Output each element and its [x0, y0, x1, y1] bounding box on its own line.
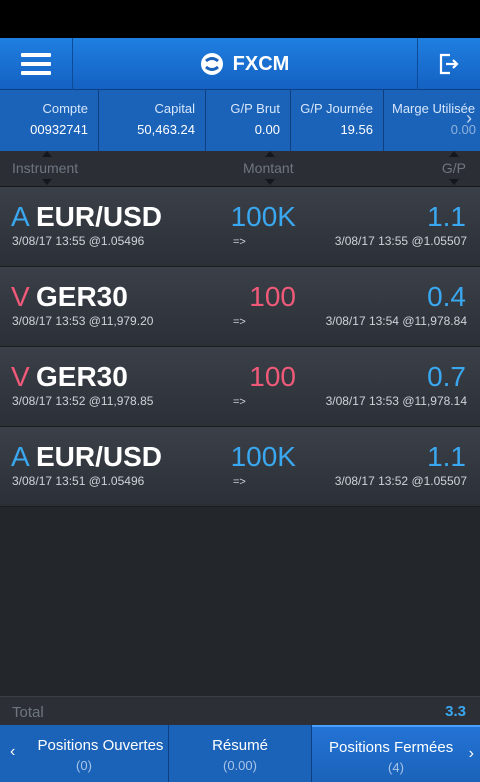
logout-icon [439, 53, 459, 75]
position-pl: 0.4 [427, 281, 466, 312]
top-bar: FXCM [0, 38, 480, 90]
col-pl[interactable]: G/P [442, 160, 466, 176]
total-label: Total [12, 704, 44, 721]
instrument-symbol: GER30 [36, 361, 128, 392]
open-info: 3/08/17 13:55 @1.05496 [12, 234, 145, 248]
chevron-right-icon[interactable]: › [466, 108, 472, 129]
table-row[interactable]: A EUR/USD 100K 1.1 3/08/17 13:55 @1.0549… [0, 187, 480, 267]
side-indicator: A [11, 441, 30, 472]
sort-up-icon [449, 151, 459, 157]
sort-up-icon [42, 151, 52, 157]
open-info: 3/08/17 13:52 @11,978.85 [12, 394, 154, 408]
summary-capital: Capital 50,463.24 [99, 90, 206, 151]
arrow-text: => [233, 316, 246, 328]
tab-closed-positions[interactable]: Positions Fermées (4) › [312, 725, 480, 782]
position-amount: 100 [249, 361, 296, 392]
close-info: 3/08/17 13:54 @11,978.84 [325, 314, 467, 328]
close-info: 3/08/17 13:53 @11,978.14 [325, 394, 467, 408]
logout-button[interactable] [417, 38, 480, 90]
summary-used-margin[interactable]: Marge Utilisée 0.00 › [384, 90, 480, 151]
side-indicator: V [11, 281, 30, 312]
sort-down-icon [42, 179, 52, 185]
column-header: Instrument Montant G/P [0, 151, 480, 187]
col-instrument[interactable]: Instrument [12, 160, 78, 176]
fxcm-logo-icon [200, 53, 223, 75]
position-amount: 100K [230, 201, 296, 232]
position-pl: 1.1 [427, 441, 466, 472]
bottom-tabs: ‹ Positions Ouvertes (0) Résumé (0.00) P… [0, 725, 480, 782]
account-summary: Compte 00932741 Capital 50,463.24 G/P Br… [0, 90, 480, 151]
hamburger-icon [21, 53, 51, 75]
side-indicator: V [11, 361, 30, 392]
instrument-symbol: EUR/USD [36, 441, 163, 472]
arrow-text: => [233, 236, 246, 248]
position-amount: 100K [230, 441, 296, 472]
position-pl: 0.7 [427, 361, 466, 392]
position-pl: 1.1 [427, 201, 466, 232]
summary-gross-pl: G/P Brut 0.00 [206, 90, 291, 151]
total-value: 3.3 [445, 703, 466, 720]
menu-button[interactable] [0, 38, 73, 90]
instrument-symbol: EUR/USD [36, 201, 163, 232]
tab-summary[interactable]: Résumé (0.00) [169, 725, 312, 782]
status-bar [0, 0, 480, 38]
instrument-symbol: GER30 [36, 281, 128, 312]
list-empty-area [0, 507, 480, 696]
position-amount: 100 [249, 281, 296, 312]
summary-daily-pl: G/P Journée 19.56 [291, 90, 384, 151]
total-bar: Total 3.3 [0, 696, 480, 725]
close-info: 3/08/17 13:52 @1.05507 [334, 474, 467, 488]
closed-positions-list: A EUR/USD 100K 1.1 3/08/17 13:55 @1.0549… [0, 187, 480, 507]
side-indicator: A [11, 201, 30, 232]
sort-down-icon [265, 179, 275, 185]
chevron-right-icon[interactable]: › [469, 745, 474, 763]
col-amount[interactable]: Montant [243, 160, 294, 176]
table-row[interactable]: V GER30 100 0.7 3/08/17 13:52 @11,978.85… [0, 347, 480, 427]
app-title: FXCM [232, 52, 290, 75]
table-row[interactable]: V GER30 100 0.4 3/08/17 13:53 @11,979.20… [0, 267, 480, 347]
open-info: 3/08/17 13:53 @11,979.20 [12, 314, 154, 328]
tab-open-positions[interactable]: ‹ Positions Ouvertes (0) [0, 725, 169, 782]
arrow-text: => [233, 396, 246, 408]
sort-up-icon [265, 151, 275, 157]
arrow-text: => [233, 476, 246, 488]
close-info: 3/08/17 13:55 @1.05507 [334, 234, 467, 248]
open-info: 3/08/17 13:51 @1.05496 [12, 474, 145, 488]
app-brand: FXCM [73, 38, 417, 90]
table-row[interactable]: A EUR/USD 100K 1.1 3/08/17 13:51 @1.0549… [0, 427, 480, 507]
summary-account: Compte 00932741 [0, 90, 99, 151]
sort-down-icon [449, 179, 459, 185]
